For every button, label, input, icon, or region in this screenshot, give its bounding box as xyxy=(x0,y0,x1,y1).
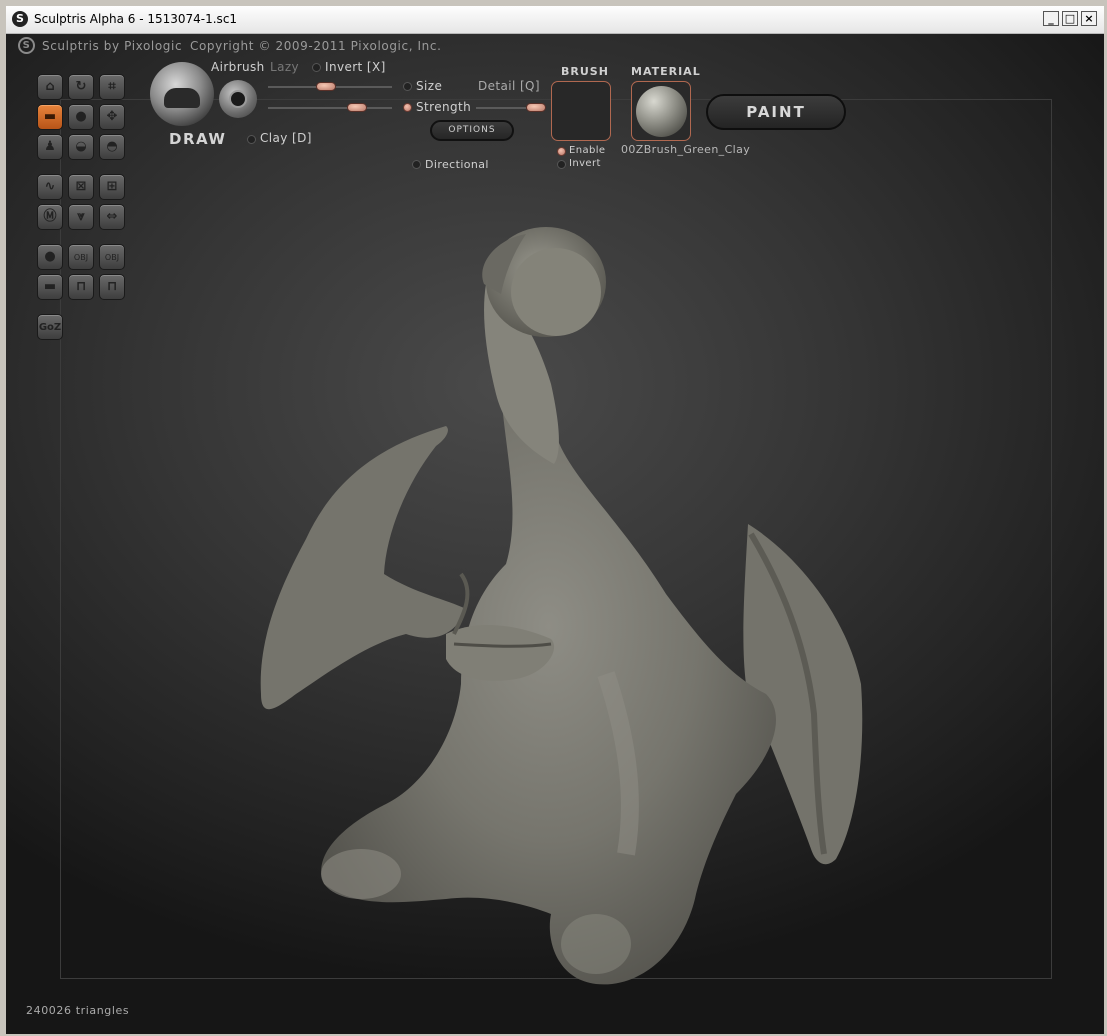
left-wing xyxy=(260,426,466,710)
sculpt-model[interactable] xyxy=(6,34,1104,1034)
sculptris-logo-icon: S xyxy=(12,11,28,27)
crop-icon[interactable]: ⌗ xyxy=(99,74,125,100)
maximize-button[interactable]: □ xyxy=(1062,11,1078,26)
new-sphere-icon[interactable]: ● xyxy=(37,244,63,270)
clay-label: Clay [D] xyxy=(260,131,312,145)
export-obj-icon[interactable]: OBJ xyxy=(99,244,125,270)
pinch-tool-icon[interactable]: ♟ xyxy=(37,134,63,160)
brush-texture-slot[interactable] xyxy=(551,81,611,141)
material-panel-title: MATERIAL xyxy=(631,65,701,78)
reduce-tool-icon[interactable]: ⊠ xyxy=(68,174,94,200)
size-radio[interactable] xyxy=(403,82,412,91)
close-button[interactable]: × xyxy=(1081,11,1097,26)
directional-radio[interactable] xyxy=(412,160,421,169)
mask-icon[interactable]: ⌂ xyxy=(37,74,63,100)
app-window: S Sculptris Alpha 6 - 1513074-1.sc1 _ □ … xyxy=(0,0,1107,1036)
size-label: Size xyxy=(416,79,443,93)
brush-panel-title: BRUSH xyxy=(561,65,609,78)
sculptris-workspace: S Sculptris by Pixologic Copyright © 200… xyxy=(6,34,1104,1034)
strength-slider-knob[interactable] xyxy=(347,103,367,112)
import-obj-icon[interactable]: OBJ xyxy=(68,244,94,270)
draw-tool-icon[interactable]: ▬ xyxy=(37,104,63,130)
triangle-count: 240026 triangles xyxy=(26,1004,130,1017)
move-tool-icon[interactable]: ✥ xyxy=(99,104,125,130)
brush-preview-icon[interactable] xyxy=(150,62,214,126)
crease-tool-icon[interactable]: ◒ xyxy=(68,134,94,160)
grid-tool-icon[interactable]: ⊞ xyxy=(99,174,125,200)
new-plane-icon[interactable]: ▬ xyxy=(37,274,63,300)
brush-invert-label: Invert xyxy=(569,158,601,169)
title-bar[interactable]: S Sculptris Alpha 6 - 1513074-1.sc1 _ □ … xyxy=(6,6,1104,34)
material-preview-icon xyxy=(636,86,687,137)
open-file-icon[interactable]: ⊓ xyxy=(68,274,94,300)
goz-button[interactable]: GoZ xyxy=(37,314,63,340)
strength-slider-track[interactable] xyxy=(268,107,392,109)
directional-label: Directional xyxy=(425,158,489,171)
invert-radio[interactable] xyxy=(312,63,321,72)
brush-enable-label: Enable xyxy=(569,145,606,156)
brush-invert-radio[interactable] xyxy=(557,160,566,169)
window-title: Sculptris Alpha 6 - 1513074-1.sc1 xyxy=(34,12,238,26)
smooth-tool-icon[interactable]: ∿ xyxy=(37,174,63,200)
airbrush-toggle[interactable]: Airbrush xyxy=(211,60,265,74)
detail-label[interactable]: Detail [Q] xyxy=(478,79,540,93)
minimize-button[interactable]: _ xyxy=(1043,11,1059,26)
options-button[interactable]: OPTIONS xyxy=(430,120,514,141)
save-file-icon[interactable]: ⊓ xyxy=(99,274,125,300)
alpha-icon[interactable] xyxy=(219,80,257,118)
strength-label: Strength xyxy=(416,100,472,114)
symmetry-icon[interactable]: Ⓜ xyxy=(37,204,63,230)
inflate-tool-icon[interactable]: ● xyxy=(68,104,94,130)
clay-radio[interactable] xyxy=(247,135,256,144)
paint-button[interactable]: PAINT xyxy=(706,94,846,130)
material-slot[interactable] xyxy=(631,81,691,141)
brush-name: DRAW xyxy=(169,130,227,148)
flatten-tool-icon[interactable]: ◓ xyxy=(99,134,125,160)
mirror-icon[interactable]: ⇔ xyxy=(99,204,125,230)
material-name: 00ZBrush_Green_Clay xyxy=(621,143,751,156)
lazy-toggle[interactable]: Lazy xyxy=(270,60,299,74)
detail-slider-knob[interactable] xyxy=(526,103,546,112)
wireframe-icon[interactable]: ⩔ xyxy=(68,204,94,230)
rotate-icon[interactable]: ↻ xyxy=(68,74,94,100)
size-slider-knob[interactable] xyxy=(316,82,336,91)
brush-enable-radio[interactable] xyxy=(557,147,566,156)
strength-radio[interactable] xyxy=(403,103,412,112)
detail-slider-track[interactable] xyxy=(476,107,526,109)
invert-label: Invert [X] xyxy=(325,60,386,74)
